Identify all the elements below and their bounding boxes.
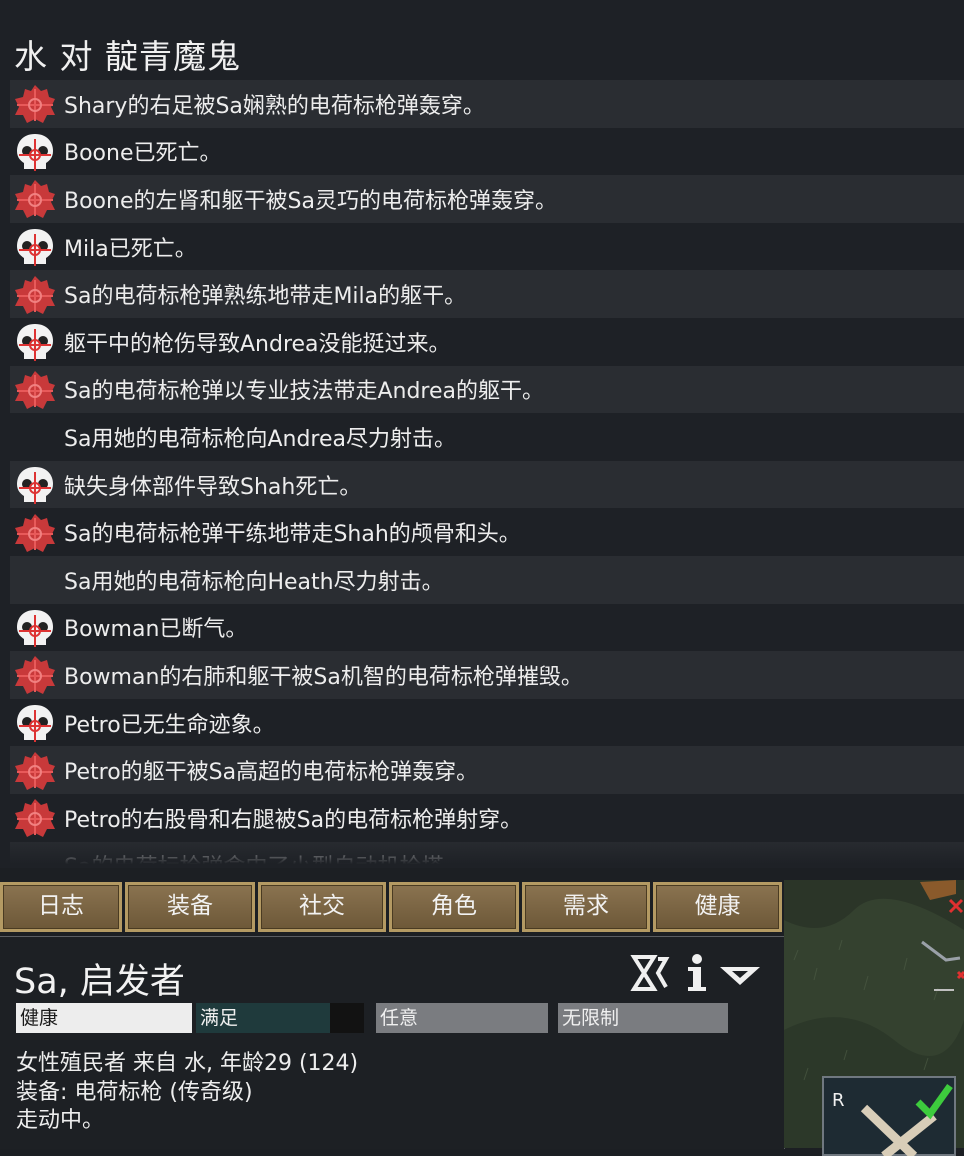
log-entry[interactable]: 缺失身体部件导致Shah死亡。 (10, 460, 964, 509)
log-entry-text: Boone已死亡。 (64, 141, 222, 167)
log-icon-empty (10, 556, 60, 603)
log-entry-text: Bowman的右肺和躯干被Sa机智的电荷标枪弹摧毁。 (64, 664, 583, 690)
log-fade-overlay (0, 842, 964, 868)
dropdown-icon[interactable] (718, 963, 762, 991)
checkmark-icon (915, 1083, 953, 1120)
log-entry[interactable]: Bowman已断气。 (10, 604, 964, 652)
log-entry-text: Boone的左肾和躯干被Sa灵巧的电荷标枪弹轰穿。 (64, 188, 557, 214)
log-entry[interactable]: Sa的电荷标枪弹以专业技法带走Andrea的躯干。 (10, 365, 964, 414)
log-entry[interactable]: 躯干中的枪伤导致Andrea没能挺过来。 (10, 318, 964, 366)
log-entry-text: Sa的电荷标枪弹干练地带走Shah的颅骨和头。 (64, 522, 521, 548)
log-entry[interactable]: Petro的右股骨和右腿被Sa的电荷标枪弹射穿。 (10, 794, 964, 842)
log-entry-text: 躯干中的枪伤导致Andrea没能挺过来。 (64, 331, 451, 357)
wound-icon (10, 271, 60, 318)
log-entry[interactable]: Petro已无生命迹象。 (10, 699, 964, 747)
gizmo-hotkey-label: R (832, 1090, 845, 1111)
log-entry[interactable]: Sa的电荷标枪弹干练地带走Shah的颅骨和头。 (10, 508, 964, 556)
log-entry-text: Sa用她的电荷标枪向Heath尽力射击。 (64, 569, 444, 595)
restriction-selector[interactable]: 无限制 (558, 1003, 728, 1033)
pawn-status: 走动中。 (16, 1108, 105, 1133)
log-entry[interactable]: Sa用她的电荷标枪向Heath尽力射击。 (10, 555, 964, 604)
skull-icon (10, 699, 60, 746)
mood-label: 满足 (200, 1007, 239, 1029)
log-list[interactable]: Shary的右足被Sa娴熟的电荷标枪弹轰穿。 Boone已死亡。 Boone的左肾和… (10, 80, 964, 868)
log-entry[interactable]: Boone已死亡。 (10, 128, 964, 176)
log-title: 水 对 靛青魔鬼 (14, 37, 241, 76)
log-entry[interactable]: Mila已死亡。 (10, 223, 964, 271)
log-entry[interactable]: Petro的躯干被Sa高超的电荷标枪弹轰穿。 (10, 746, 964, 794)
inspect-pane: Sa, 启发者 健康 满足 任意 无限制 女性殖民者 来自 水, 年龄29 (1… (0, 936, 785, 1149)
tab-log[interactable]: 日志 (0, 882, 122, 932)
log-entry-text: 缺失身体部件导致Shah死亡。 (64, 474, 362, 500)
log-icon-empty (10, 413, 60, 460)
pawn-name: Sa, 启发者 (14, 962, 185, 1002)
pawn-description: 女性殖民者 来自 水, 年龄29 (124) (16, 1051, 359, 1076)
wound-icon (10, 175, 60, 222)
wound-icon (10, 747, 60, 794)
tab-social[interactable]: 社交 (258, 882, 386, 932)
log-entry-text: Shary的右足被Sa娴熟的电荷标枪弹轰穿。 (64, 93, 485, 119)
mood-bar[interactable]: 满足 (196, 1003, 364, 1033)
log-entry[interactable]: Sa的电荷标枪弹熟练地带走Mila的躯干。 (10, 270, 964, 318)
wound-icon (10, 651, 60, 698)
skull-icon (10, 604, 60, 651)
wound-icon (10, 80, 60, 127)
log-entry-text: Sa的电荷标枪弹熟练地带走Mila的躯干。 (64, 284, 467, 310)
log-entry-text: Bowman已断气。 (64, 617, 248, 643)
tab-health[interactable]: 健康 (653, 882, 782, 932)
inspect-tab-bar: 日志 装备 社交 角色 需求 健康 (0, 880, 784, 934)
tab-needs[interactable]: 需求 (522, 882, 650, 932)
tab-character[interactable]: 角色 (389, 882, 519, 932)
skull-icon (10, 461, 60, 508)
log-entry[interactable]: Shary的右足被Sa娴熟的电荷标枪弹轰穿。 (10, 80, 964, 128)
wound-icon (10, 366, 60, 413)
log-entry-text: Mila已死亡。 (64, 236, 197, 262)
log-entry-text: Sa用她的电荷标枪向Andrea尽力射击。 (64, 426, 456, 452)
info-icon[interactable] (684, 953, 710, 997)
log-entry-text: Sa的电荷标枪弹以专业技法带走Andrea的躯干。 (64, 379, 544, 405)
log-entry-text: Petro的右股骨和右腿被Sa的电荷标枪弹射穿。 (64, 807, 523, 833)
area-selector[interactable]: 任意 (376, 1003, 548, 1033)
log-entry-text: Petro的躯干被Sa高超的电荷标枪弹轰穿。 (64, 760, 479, 786)
log-entry-text: Petro已无生命迹象。 (64, 712, 275, 738)
log-entry[interactable]: Boone的左肾和躯干被Sa灵巧的电荷标枪弹轰穿。 (10, 175, 964, 223)
tab-gear[interactable]: 装备 (125, 882, 255, 932)
log-entry[interactable]: Sa用她的电荷标枪向Andrea尽力射击。 (10, 413, 964, 461)
wound-icon (10, 794, 60, 841)
skull-icon (10, 318, 60, 365)
skull-icon (10, 128, 60, 175)
combat-log-panel: 水 对 靛青魔鬼 Shary的右足被Sa娴熟的电荷标枪弹轰穿。 Boone已死亡。… (0, 0, 964, 868)
rename-icon[interactable] (630, 953, 670, 997)
skull-icon (10, 223, 60, 270)
log-entry[interactable]: Bowman的右肺和躯干被Sa机智的电荷标枪弹摧毁。 (10, 651, 964, 699)
weapon-gizmo[interactable]: R (822, 1076, 956, 1156)
wound-icon (10, 509, 60, 556)
health-bar[interactable]: 健康 (16, 1003, 192, 1033)
